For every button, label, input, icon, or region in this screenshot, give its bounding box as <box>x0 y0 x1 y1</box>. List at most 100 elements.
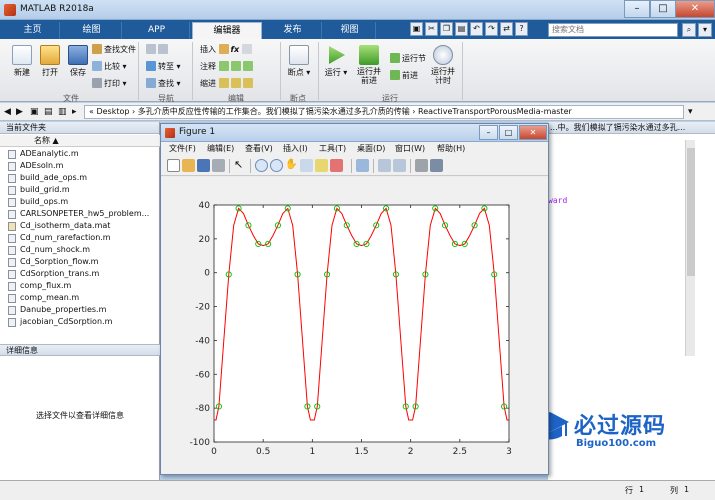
file-item[interactable]: build_ops.m <box>0 196 160 208</box>
file-item[interactable]: Cd_Sorption_flow.m <box>0 256 160 268</box>
folder-up-icon[interactable]: ▣ <box>30 107 39 117</box>
tab-view[interactable]: 视图 <box>324 22 376 39</box>
file-item[interactable]: comp_mean.m <box>0 292 160 304</box>
nav-back-forward-button[interactable] <box>146 44 170 55</box>
show-plot-tools-icon[interactable] <box>430 159 443 172</box>
pan-hand-icon[interactable]: ✋ <box>285 159 298 172</box>
menu-file[interactable]: 文件(F) <box>169 142 196 156</box>
figure-close-button[interactable]: ✕ <box>519 125 547 140</box>
menu-help[interactable]: 帮助(H) <box>437 142 465 156</box>
file-item[interactable]: comp_flux.m <box>0 280 160 292</box>
menu-window[interactable]: 窗口(W) <box>395 142 425 156</box>
line-plot[interactable]: 0 0.5 1 1.5 2 2.5 3 40 20 0 -20 -40 -60 -80 -100 <box>161 177 548 474</box>
menu-insert[interactable]: 插入(I) <box>283 142 308 156</box>
find-files-button[interactable]: 查找文件 <box>92 44 136 55</box>
hide-plot-tools-icon[interactable] <box>415 159 428 172</box>
editor-tab-title[interactable]: ...中。我们模拟了镉污染水通过多孔... <box>548 122 715 134</box>
print-figure-icon[interactable] <box>212 159 225 172</box>
name-column-header[interactable]: 名称 ▲ <box>0 135 160 147</box>
file-item[interactable]: Cd_num_rarefaction.m <box>0 232 160 244</box>
copy-quick-icon[interactable]: ❐ <box>440 22 453 36</box>
switch-window-quick-icon[interactable]: ⇄ <box>500 22 513 36</box>
file-item[interactable]: Cd_num_shock.m <box>0 244 160 256</box>
print-button[interactable]: 打印 ▾ <box>92 78 127 89</box>
file-item[interactable]: CdSorption_trans.m <box>0 268 160 280</box>
indent-button[interactable]: 缩进 <box>200 78 255 89</box>
tab-publish[interactable]: 发布 <box>264 22 322 39</box>
tab-plots[interactable]: 绘图 <box>62 22 122 39</box>
brush-icon[interactable] <box>330 159 343 172</box>
advance-button[interactable]: 前进 <box>390 70 418 81</box>
figure-minimize-button[interactable]: – <box>479 125 498 140</box>
help-quick-icon[interactable]: ? <box>515 22 528 36</box>
back-icon[interactable]: ◀ <box>4 107 11 117</box>
goto-button[interactable]: 转至 ▾ <box>146 61 181 72</box>
file-item[interactable]: build_grid.m <box>0 184 160 196</box>
cut-quick-icon[interactable]: ✂ <box>425 22 438 36</box>
data-cursor-icon[interactable] <box>315 159 328 172</box>
m-file-icon <box>8 174 16 183</box>
path-chevron-icon[interactable]: ▸ <box>72 107 77 117</box>
redo-quick-icon[interactable]: ↷ <box>485 22 498 36</box>
run-section-icon <box>390 53 400 63</box>
y-tick-label: -60 <box>195 370 210 380</box>
minimize-button[interactable]: – <box>624 0 650 18</box>
zoom-out-icon[interactable] <box>270 159 283 172</box>
folder-icon[interactable]: ▥ <box>58 107 67 117</box>
save-button[interactable]: 保存 <box>64 45 92 78</box>
compare-button[interactable]: 比较 ▾ <box>92 61 127 72</box>
tab-apps[interactable]: APP <box>124 22 190 39</box>
run-and-time-button[interactable]: 运行并计时 <box>428 45 458 85</box>
file-item[interactable]: CARLSONPETER_hw5_problem... <box>0 208 160 220</box>
close-button[interactable]: ✕ <box>675 0 715 18</box>
rotate-3d-icon[interactable] <box>300 159 313 172</box>
run-and-advance-button[interactable]: 运行并前进 <box>354 45 384 85</box>
ribbon: 新建 打开 保存 查找文件 比较 ▾ 打印 ▾ 文件 转至 ▾ 查找 ▾ 导航 … <box>0 39 715 103</box>
file-item[interactable]: ADEsoln.m <box>0 160 160 172</box>
file-item[interactable]: Danube_properties.m <box>0 304 160 316</box>
comment-button[interactable]: 注释 <box>200 61 255 72</box>
undo-quick-icon[interactable]: ↶ <box>470 22 483 36</box>
open-button[interactable]: 打开 <box>36 45 64 78</box>
figure-maximize-button[interactable]: □ <box>499 125 518 140</box>
current-folder-path[interactable]: « Desktop › 多孔介质中反应性传输的工作集合。我们模拟了镉污染水通过多… <box>84 105 684 119</box>
insert-colorbar-icon[interactable] <box>378 159 391 172</box>
file-item[interactable]: ADEanalytic.m <box>0 148 160 160</box>
scrollbar-thumb[interactable] <box>687 148 695 276</box>
save-quick-icon[interactable]: ▣ <box>410 22 423 36</box>
search-icon[interactable]: ⌕ <box>682 23 696 37</box>
maximize-button[interactable]: □ <box>650 0 676 18</box>
editor-scrollbar[interactable] <box>685 140 695 356</box>
new-button[interactable]: 新建 <box>8 45 36 78</box>
tab-editor[interactable]: 编辑器 <box>192 22 262 39</box>
tab-home[interactable]: 主页 <box>6 22 60 39</box>
paste-quick-icon[interactable]: ▤ <box>455 22 468 36</box>
run-section-button[interactable]: 运行节 <box>390 53 426 64</box>
menu-view[interactable]: 查看(V) <box>245 142 273 156</box>
menu-edit[interactable]: 编辑(E) <box>207 142 234 156</box>
menu-desktop[interactable]: 桌面(D) <box>357 142 385 156</box>
run-button[interactable]: 运行 ▾ <box>322 45 350 78</box>
fx-icon[interactable]: fx <box>231 45 240 54</box>
new-figure-icon[interactable] <box>167 159 180 172</box>
print-icon <box>92 78 102 88</box>
menu-tools[interactable]: 工具(T) <box>319 142 346 156</box>
insert-button[interactable]: 插入 fx <box>200 44 254 55</box>
file-item[interactable]: build_ade_ops.m <box>0 172 160 184</box>
find-button[interactable]: 查找 ▾ <box>146 78 181 89</box>
browse-folder-icon[interactable]: ▤ <box>44 107 53 117</box>
path-dropdown-icon[interactable]: ▾ <box>688 107 693 117</box>
breakpoints-button[interactable]: 断点 ▾ <box>284 45 314 78</box>
watermark: 必过源码 Biguo100.com <box>530 408 710 458</box>
link-plot-icon[interactable] <box>356 159 369 172</box>
open-file-icon[interactable] <box>182 159 195 172</box>
zoom-in-icon[interactable] <box>255 159 268 172</box>
collapse-ribbon-icon[interactable]: ▾ <box>698 23 712 37</box>
pointer-icon[interactable]: ↖ <box>234 159 247 172</box>
save-figure-icon[interactable] <box>197 159 210 172</box>
search-docs-input[interactable]: 搜索文档 <box>548 23 678 37</box>
insert-legend-icon[interactable] <box>393 159 406 172</box>
forward-icon[interactable]: ▶ <box>16 107 23 117</box>
file-item[interactable]: Cd_isotherm_data.mat <box>0 220 160 232</box>
file-item[interactable]: jacobian_CdSorption.m <box>0 316 160 328</box>
